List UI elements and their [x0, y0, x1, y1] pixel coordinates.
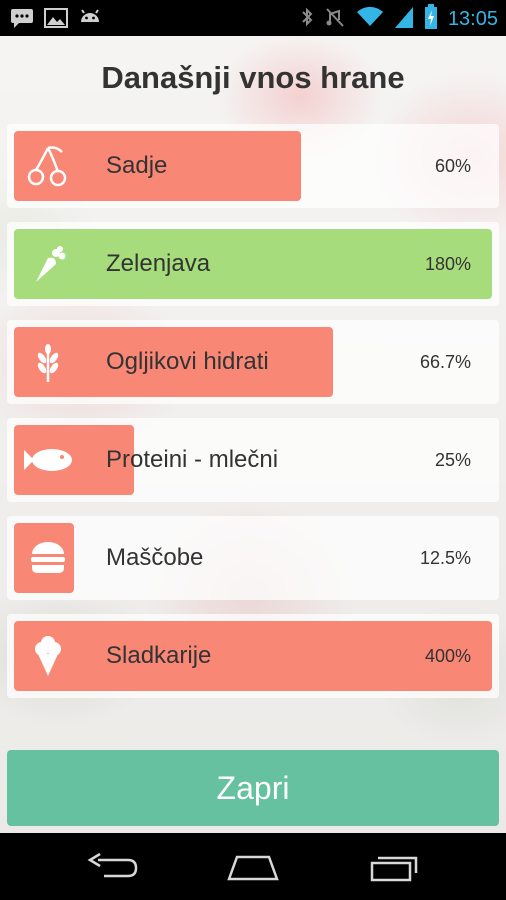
progress-fill	[14, 621, 492, 691]
food-group-list: Sadje 60% Zelenjava 180% Ogljikovi hidra…	[7, 124, 499, 712]
fish-icon	[21, 436, 75, 484]
signal-icon	[394, 5, 414, 34]
food-percent: 66.7%	[419, 352, 471, 372]
close-button[interactable]: Zapri	[7, 750, 499, 826]
status-time: 13:05	[447, 8, 498, 30]
android-icon	[78, 8, 102, 33]
food-row-fats[interactable]: Maščobe 12.5%	[7, 516, 499, 600]
food-row-carbohydrates[interactable]: Ogljikovi hidrati 66.7%	[7, 320, 499, 404]
food-label: Maščobe	[106, 544, 204, 571]
food-label: Proteini - mlečni	[106, 446, 279, 473]
food-percent: 25%	[434, 450, 471, 470]
food-percent: 60%	[434, 156, 471, 176]
food-percent: 12.5%	[419, 548, 471, 568]
wifi-icon	[356, 6, 384, 33]
food-percent: 400%	[424, 646, 471, 666]
food-row-protein-dairy[interactable]: Proteini - mlečni 25%	[7, 418, 499, 502]
ice-cream-icon	[21, 632, 75, 680]
food-label: Ogljikovi hidrati	[106, 348, 269, 375]
food-row-vegetables[interactable]: Zelenjava 180%	[7, 222, 499, 306]
food-percent: 180%	[424, 254, 471, 274]
food-label: Sladkarije	[106, 642, 212, 669]
status-bar: 13:05	[0, 0, 506, 36]
page-title: Današnji vnos hrane	[101, 60, 405, 95]
recent-apps-icon[interactable]	[366, 851, 422, 883]
back-icon[interactable]	[84, 851, 140, 883]
navigation-bar	[0, 833, 506, 900]
home-icon[interactable]	[225, 851, 281, 883]
battery-charging-icon	[424, 4, 438, 35]
food-label: Zelenjava	[106, 250, 211, 277]
cherry-icon	[21, 142, 75, 190]
mute-icon	[324, 5, 346, 34]
bluetooth-icon	[300, 5, 314, 34]
message-icon	[10, 8, 34, 33]
food-label: Sadje	[106, 152, 168, 179]
progress-fill	[14, 229, 492, 299]
food-row-fruit[interactable]: Sadje 60%	[7, 124, 499, 208]
food-row-sweets[interactable]: Sladkarije 400%	[7, 614, 499, 698]
carrot-icon	[21, 240, 75, 288]
image-icon	[44, 8, 68, 33]
wheat-icon	[21, 338, 75, 386]
burger-icon	[21, 534, 75, 582]
